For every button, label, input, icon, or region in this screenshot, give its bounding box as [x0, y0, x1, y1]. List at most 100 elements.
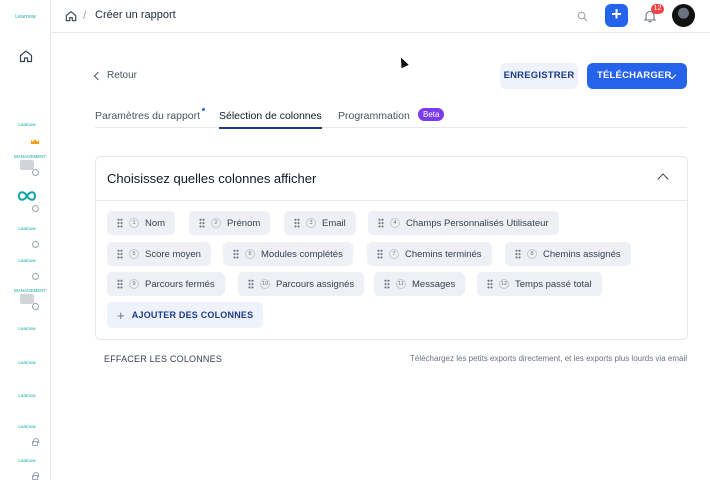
sidebar-item-10[interactable]: Learnow	[14, 424, 40, 446]
clear-columns-button[interactable]: EFFACER LES COLONNES	[104, 354, 222, 364]
chevron-left-icon	[93, 71, 103, 80]
card-title: Choisissez quelles colonnes afficher	[107, 171, 317, 186]
column-index: 4	[390, 218, 400, 228]
clock-icon	[32, 241, 39, 248]
back-link[interactable]: Retour	[93, 70, 138, 81]
column-label: Nom	[145, 217, 166, 229]
column-chip[interactable]: 12 Temps passé total	[477, 272, 602, 296]
column-label: Chemins assignés	[543, 248, 621, 260]
add-columns-button[interactable]: + AJOUTER DES COLONNES	[107, 302, 264, 328]
card-header[interactable]: Choisissez quelles colonnes afficher	[96, 157, 687, 201]
tab-label: Programmation	[338, 110, 410, 122]
clock-icon	[32, 303, 39, 310]
column-label: Parcours fermés	[145, 278, 215, 290]
sidebar-item-1[interactable]: Learnow	[14, 122, 40, 144]
column-label: Messages	[412, 278, 456, 290]
column-index: 7	[389, 249, 399, 259]
tab-label: Paramètres du rapport	[95, 110, 201, 122]
sidebar-item-9[interactable]: Learnow	[14, 393, 40, 415]
add-columns-label: AJOUTER DES COLONNES	[131, 310, 254, 320]
column-label: Modules complétés	[261, 248, 343, 260]
sidebar-item-7[interactable]: Learnow	[14, 326, 40, 348]
sidebar-item-4[interactable]: Learnow	[14, 226, 40, 248]
column-index: 3	[306, 218, 316, 228]
breadcrumb-separator: /	[83, 8, 87, 22]
column-chip[interactable]: 1 Nom	[107, 211, 176, 235]
drag-handle-icon[interactable]	[117, 218, 123, 228]
lock-icon	[32, 438, 39, 446]
download-button[interactable]: TÉLÉCHARGER	[587, 63, 687, 89]
home-icon[interactable]	[19, 49, 33, 63]
save-button[interactable]: ENREGISTRER	[500, 63, 578, 89]
column-chip[interactable]: 8 Chemins assignés	[505, 242, 631, 266]
back-label: Retour	[107, 70, 138, 81]
column-index: 12	[499, 279, 509, 289]
clock-icon	[32, 169, 39, 176]
column-chip[interactable]: 2 Prénom	[189, 211, 271, 235]
sidebar-item-11[interactable]: Learnow	[14, 458, 40, 480]
sidebar-item-label: Learnow	[18, 122, 36, 127]
column-chip[interactable]: 6 Modules complétés	[223, 242, 353, 266]
tab-scheduling[interactable]: Programmation	[338, 110, 410, 122]
column-label: Temps passé total	[515, 278, 592, 290]
sidebar-item-2[interactable]: MANAGEMENT	[14, 154, 47, 176]
thumbnail-image	[20, 160, 34, 170]
column-chip[interactable]: 3 Email	[284, 211, 356, 235]
drag-handle-icon[interactable]	[378, 218, 384, 228]
drag-handle-icon[interactable]	[248, 279, 254, 289]
chevron-up-icon[interactable]	[657, 173, 669, 185]
column-chip[interactable]: 10 Parcours assignés	[238, 272, 365, 296]
column-index: 2	[211, 218, 221, 228]
lock-icon	[32, 472, 39, 480]
mouse-cursor-icon	[397, 55, 409, 69]
column-chip[interactable]: 7 Chemins terminés	[367, 242, 492, 266]
drag-handle-icon[interactable]	[233, 249, 239, 259]
sidebar-item-8[interactable]: Learnow	[14, 360, 40, 382]
column-index: 9	[129, 279, 139, 289]
sidebar-item-label: Learnow	[18, 393, 36, 398]
column-chip[interactable]: 4 Champs Personnalisés Utilisateur	[368, 211, 559, 235]
unsaved-dot	[202, 108, 206, 111]
sidebar-item-label: Learnow	[18, 258, 36, 263]
drag-handle-icon[interactable]	[199, 218, 205, 228]
sidebar-item-3[interactable]	[14, 190, 40, 212]
column-index: 5	[129, 249, 139, 259]
sidebar-item-label: MANAGEMENT	[14, 154, 47, 159]
drag-handle-icon[interactable]	[384, 279, 390, 289]
tab-report-settings[interactable]: Paramètres du rapport	[95, 108, 206, 122]
tab-label: Sélection de colonnes	[219, 110, 322, 122]
plus-icon: +	[611, 4, 622, 24]
export-hint: Téléchargez les petits exports directeme…	[409, 354, 687, 363]
create-button[interactable]: +	[605, 4, 628, 27]
column-index: 11	[396, 279, 406, 289]
column-chip[interactable]: 5 Score moyen	[107, 242, 211, 266]
search-icon[interactable]	[577, 11, 588, 22]
thumbnail-image	[20, 294, 34, 304]
tab-bar: Paramètres du rapport Sélection de colon…	[95, 104, 687, 129]
avatar[interactable]	[672, 4, 695, 27]
infinity-icon	[17, 191, 37, 201]
sidebar-item-label: Learnow	[18, 424, 36, 429]
plus-icon: +	[117, 307, 125, 323]
sidebar-item-label: Learnow	[18, 226, 36, 231]
drag-handle-icon[interactable]	[117, 249, 123, 259]
beta-badge: Beta	[418, 108, 445, 121]
sidebar-item-6[interactable]: MANAGEMENT	[14, 288, 47, 310]
sidebar-item-label: MANAGEMENT	[14, 288, 47, 293]
brand-logo[interactable]: Learnow	[0, 14, 51, 20]
column-label: Email	[322, 217, 346, 229]
drag-handle-icon[interactable]	[487, 279, 493, 289]
download-label: TÉLÉCHARGER	[597, 70, 672, 81]
drag-handle-icon[interactable]	[294, 218, 300, 228]
sidebar-item-5[interactable]: Learnow	[14, 258, 40, 280]
drag-handle-icon[interactable]	[117, 279, 123, 289]
sidebar-item-label: Learnow	[18, 458, 36, 463]
column-chip[interactable]: 11 Messages	[374, 272, 466, 296]
column-chip[interactable]: 9 Parcours fermés	[107, 272, 225, 296]
drag-handle-icon[interactable]	[377, 249, 383, 259]
tab-column-selection[interactable]: Sélection de colonnes	[219, 110, 322, 129]
column-label: Parcours assignés	[276, 278, 355, 290]
sidebar-item-label: Learnow	[18, 360, 36, 365]
home-icon[interactable]	[65, 10, 77, 22]
drag-handle-icon[interactable]	[515, 249, 521, 259]
